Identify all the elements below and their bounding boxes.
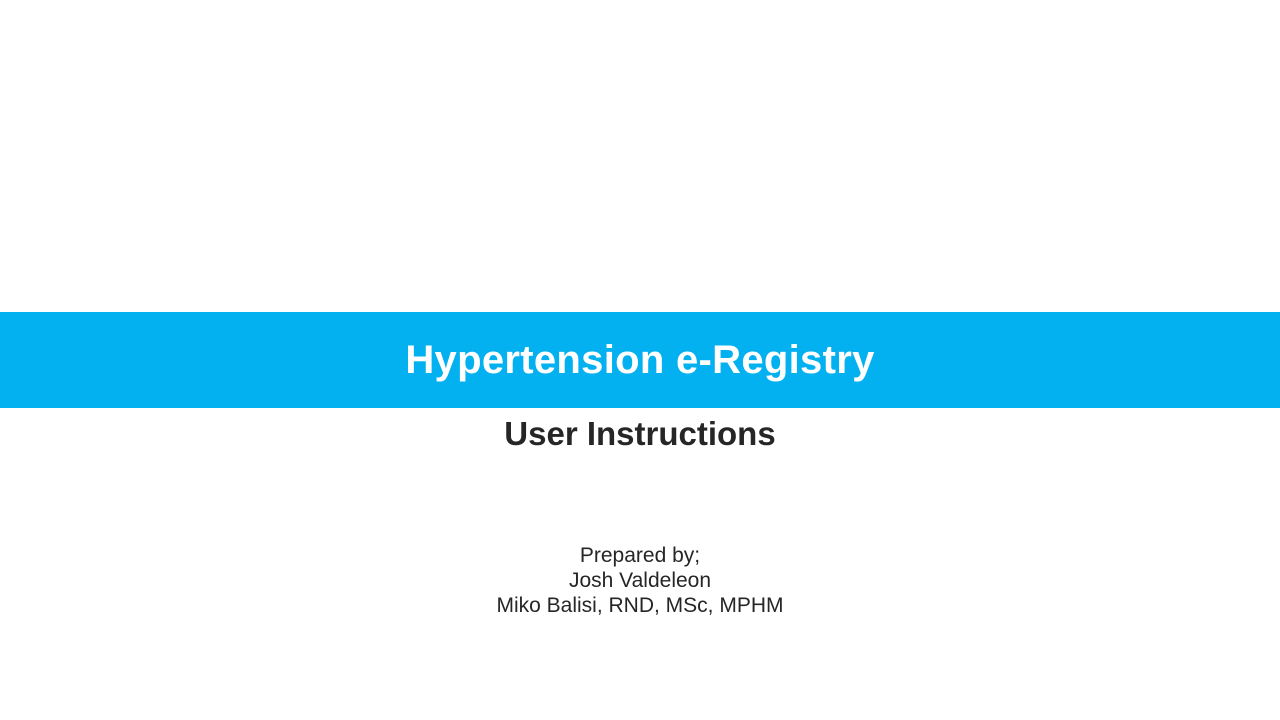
prepared-by-block: Prepared by; Josh Valdeleon Miko Balisi,… [0, 543, 1280, 618]
slide-title: Hypertension e-Registry [405, 338, 875, 382]
prepared-by-label: Prepared by; [579, 544, 701, 567]
author-name: Josh Valdeleon [568, 569, 712, 592]
title-band: Hypertension e-Registry [0, 312, 1280, 408]
slide: Hypertension e-Registry User Instruction… [0, 0, 1280, 720]
author-name: Miko Balisi, RND, MSc, MPHM [496, 594, 784, 617]
slide-subtitle: User Instructions [504, 415, 776, 452]
